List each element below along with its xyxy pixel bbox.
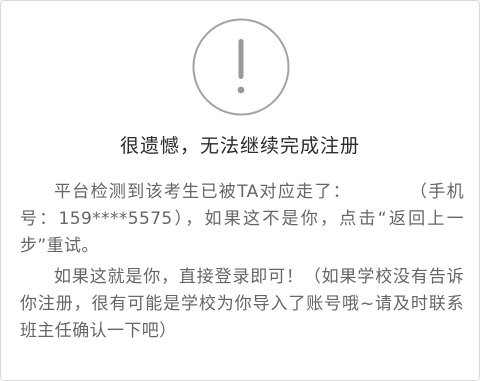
dialog-title: 很遗憾，无法继续完成注册 xyxy=(119,135,360,157)
message-detected-text: 平台检测到该考生已被TA对应走了： xyxy=(54,182,352,202)
warning-exclamation-icon xyxy=(192,18,290,116)
message-paragraph-1: 平台检测到该考生已被TA对应走了： （手机号：159****5575），如果这不是… xyxy=(20,179,464,260)
message-body: 平台检测到该考生已被TA对应走了： （手机号：159****5575），如果这不是… xyxy=(20,179,464,349)
registration-failed-dialog: 很遗憾，无法继续完成注册 平台检测到该考生已被TA对应走了： （手机号：159**… xyxy=(0,0,480,381)
message-paragraph-2: 如果这就是你，直接登录即可！（如果学校没有告诉你注册，很有可能是学校为你导入了账… xyxy=(20,267,464,341)
